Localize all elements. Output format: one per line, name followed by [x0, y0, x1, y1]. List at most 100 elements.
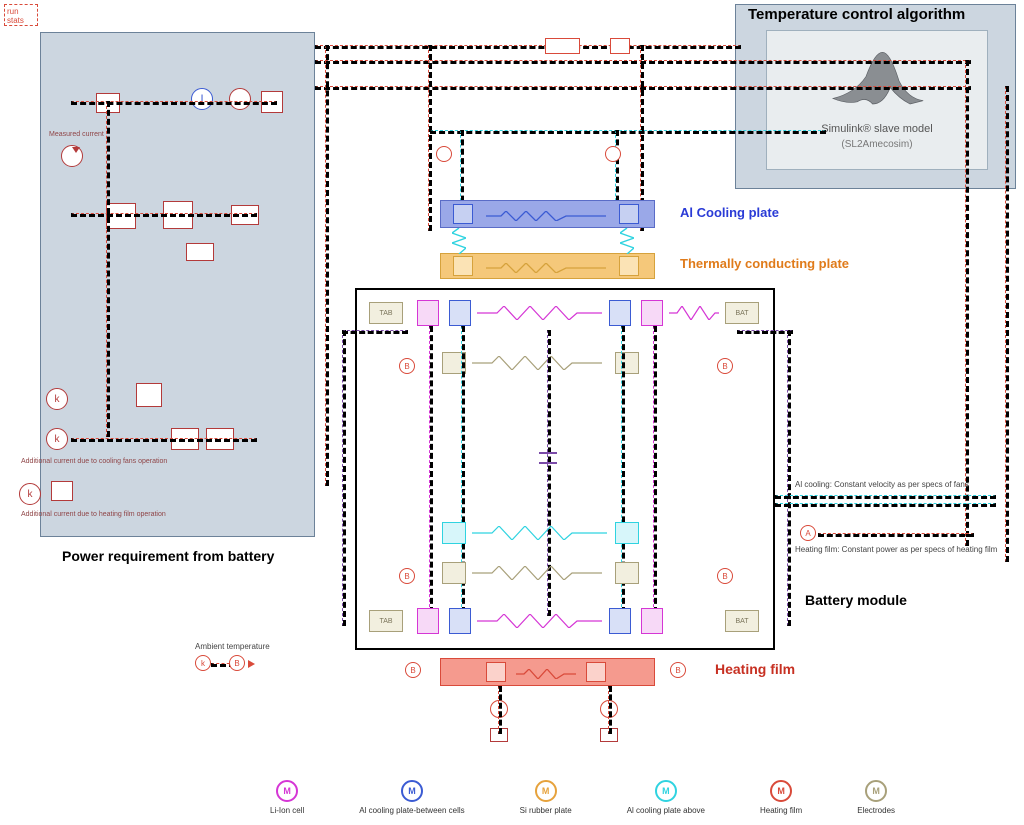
block-top-mid [545, 38, 580, 54]
al-cell-right [619, 204, 639, 224]
cell-tr-2 [641, 300, 663, 326]
round-block-1 [229, 88, 251, 110]
wire [71, 438, 257, 442]
wire-heat-l [498, 686, 502, 734]
measured-current-label: Measured current [49, 131, 104, 138]
wire-mag-l [429, 326, 433, 622]
legend-label: Li-Ion cell [270, 806, 304, 815]
simulink-sub-label: (SL2Amecosim) [767, 139, 987, 150]
temp-node-1 [436, 146, 452, 162]
legend-item: MAl cooling plate above [627, 780, 705, 815]
cell-tl-2 [449, 300, 471, 326]
legend-item: MLi-Ion cell [270, 780, 304, 815]
legend-item: M Si rubber plate [520, 780, 572, 815]
cell-br-1 [609, 608, 631, 634]
block-top-mid2 [610, 38, 630, 54]
sensor-arrow-icon [72, 147, 80, 153]
therm-conduct-plate [440, 253, 655, 279]
b-node-heat-l: B [405, 662, 421, 678]
resistor-icon [486, 211, 606, 221]
al-cell-left [453, 204, 473, 224]
legend-label: Heating film [760, 806, 802, 815]
mass-block-l2 [442, 562, 466, 584]
mass-block-r2 [615, 562, 639, 584]
wire-purple-lt [342, 330, 408, 334]
legend-swatch-icon: M [655, 780, 677, 802]
ambient-k-icon: k [195, 655, 211, 671]
run-stats-badge: run stats [4, 4, 38, 26]
wire-v-left [325, 45, 329, 486]
temp-control-panel: Simulink® slave model (SL2Amecosim) [735, 4, 1016, 189]
cyan-block-r [615, 522, 639, 544]
wire-cyan-right2 [775, 503, 996, 507]
resistor-icon [472, 356, 602, 370]
bat-block-br: BAT [725, 610, 759, 632]
legend-swatch-icon: M [865, 780, 887, 802]
spring-icon [620, 228, 634, 254]
wire [71, 213, 257, 217]
cyan-block-l [442, 522, 466, 544]
temp-node-2 [605, 146, 621, 162]
tab-block-tl: TAB [369, 302, 403, 324]
block-generic-6 [186, 243, 214, 261]
resistor-icon [472, 526, 607, 540]
heating-film-label: Heating film [715, 661, 795, 677]
power-req-title: Power requirement from battery [62, 548, 274, 564]
capacitor-icon [539, 445, 557, 471]
resistor-icon [486, 263, 606, 273]
wire-cyan-v1 [460, 130, 464, 211]
b-node-l2: B [399, 568, 415, 584]
wire-red-right [818, 533, 974, 537]
wire-mag-r [653, 326, 657, 622]
b-node-heat-r: B [670, 662, 686, 678]
wire-heat-r [608, 686, 612, 734]
wire-v-1 [428, 45, 432, 231]
matlab-logo-icon [822, 39, 932, 114]
block-generic-10 [51, 481, 73, 501]
block-generic-7 [136, 383, 162, 407]
therm-cell-right [619, 256, 639, 276]
heating-film-note: Heating film: Constant power as per spec… [795, 545, 997, 554]
tab-block-bl: TAB [369, 610, 403, 632]
wire-cyan-1 [430, 130, 826, 134]
legend-item: M Electrodes [857, 780, 895, 815]
power-requirement-panel: Measured current I k k k Additional curr… [40, 32, 315, 537]
ambient-b-icon: B [229, 655, 245, 671]
therm-conduct-label: Thermally conducting plate [680, 256, 849, 271]
al-cooling-plate [440, 200, 655, 228]
arrow-right-icon [248, 660, 255, 668]
legend-label: Al cooling plate-between cells [359, 806, 464, 815]
heating-film-note-small: Additional current due to heating film o… [21, 511, 166, 518]
legend-label: Si rubber plate [520, 806, 572, 815]
legend-swatch-icon: M [535, 780, 557, 802]
b-node-r2: B [717, 568, 733, 584]
resistor-icon [472, 566, 602, 580]
legend-row: MLi-Ion cellMAl cooling plate-between ce… [270, 780, 895, 815]
temp-control-title: Temperature control algorithm [748, 6, 965, 23]
gain-k-icon-2: k [46, 428, 68, 450]
cell-br-2 [641, 608, 663, 634]
wire-cyan-v2 [615, 130, 619, 211]
resistor-icon [516, 669, 576, 679]
al-cooling-note: Al cooling: Constant velocity as per spe… [795, 480, 969, 489]
gain-k-icon-3: k [19, 483, 41, 505]
gain-k-icon-1: k [46, 388, 68, 410]
mass-block-r1 [615, 352, 639, 374]
spring-icon [452, 228, 466, 254]
cooling-fans-note: Additional current due to cooling fans o… [21, 458, 167, 465]
wire-purple-l [342, 330, 346, 626]
legend-swatch-icon: M [401, 780, 423, 802]
a-node: A [800, 525, 816, 541]
legend-label: Electrodes [857, 806, 895, 815]
wire [106, 101, 110, 437]
b-node-l1: B [399, 358, 415, 374]
wire-bus-top [315, 45, 741, 49]
wire-cyan-right [775, 495, 996, 499]
wire-v-4 [1005, 86, 1009, 562]
legend-swatch-icon: M [770, 780, 792, 802]
legend-item: M Al cooling plate-between cells [359, 780, 464, 815]
bat-block-tr: BAT [725, 302, 759, 324]
wire-v-3 [965, 60, 969, 546]
b-node-r1: B [717, 358, 733, 374]
cell-tl-1 [417, 300, 439, 326]
